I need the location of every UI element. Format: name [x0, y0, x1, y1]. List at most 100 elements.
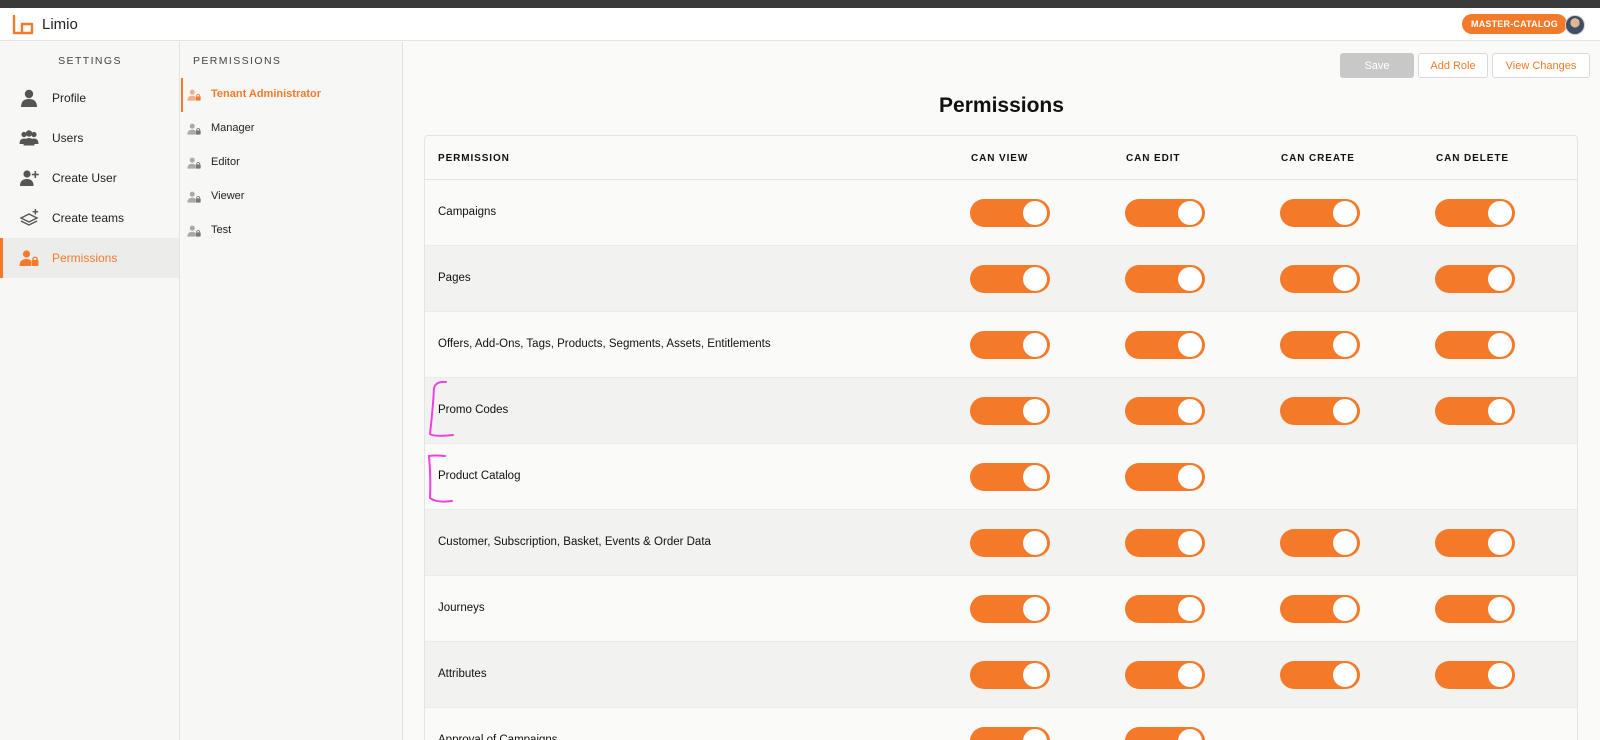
- save-button[interactable]: Save: [1340, 53, 1414, 78]
- column-header-can-view: CAN VIEW: [971, 153, 1029, 164]
- toggle-can-create[interactable]: [1280, 199, 1360, 227]
- sidebar-item-create-teams[interactable]: Create teams: [0, 198, 179, 238]
- toggle-can-edit[interactable]: [1125, 661, 1205, 689]
- avatar[interactable]: [1565, 15, 1585, 35]
- toggle-knob: [1023, 201, 1047, 225]
- permission-name: Attributes: [438, 668, 487, 680]
- toggle-can-create[interactable]: [1280, 529, 1360, 557]
- limio-logo-icon[interactable]: [12, 15, 34, 35]
- table-row: Promo Codes: [425, 378, 1577, 444]
- user-add-icon: [20, 170, 39, 186]
- toggle-can-edit[interactable]: [1125, 265, 1205, 293]
- toggle-can-create[interactable]: [1280, 397, 1360, 425]
- column-header-permission: PERMISSION: [438, 153, 510, 164]
- toggle-can-delete[interactable]: [1435, 397, 1515, 425]
- add-role-button[interactable]: Add Role: [1418, 53, 1488, 78]
- toggle-knob: [1333, 333, 1357, 357]
- table-row: Campaigns: [425, 180, 1577, 246]
- person-icon: [21, 89, 37, 107]
- toggle-knob: [1488, 201, 1512, 225]
- toggle-knob: [1488, 333, 1512, 357]
- view-changes-button[interactable]: View Changes: [1492, 53, 1590, 78]
- sidebar-item-label: Permissions: [52, 251, 118, 265]
- toggle-knob: [1023, 531, 1047, 555]
- toggle-knob: [1023, 399, 1047, 423]
- brand-name[interactable]: Limio: [42, 16, 78, 33]
- toggle-can-edit[interactable]: [1125, 397, 1205, 425]
- role-item-label: Manager: [211, 122, 255, 134]
- permission-name: Approval of Campaigns: [438, 734, 558, 740]
- toggle-can-edit[interactable]: [1125, 727, 1205, 740]
- table-row: Product Catalog: [425, 444, 1577, 510]
- toggle-can-view[interactable]: [970, 595, 1050, 623]
- permission-name: Promo Codes: [438, 404, 509, 416]
- settings-title: SETTINGS: [58, 55, 122, 67]
- toggle-can-view[interactable]: [970, 265, 1050, 293]
- column-header-can-create: CAN CREATE: [1281, 153, 1355, 164]
- toggle-knob: [1178, 333, 1202, 357]
- permission-name: Journeys: [438, 602, 485, 614]
- toggle-knob: [1023, 333, 1047, 357]
- role-item-editor[interactable]: Editor: [181, 146, 402, 180]
- role-item-viewer[interactable]: Viewer: [181, 180, 402, 214]
- toggle-can-edit[interactable]: [1125, 595, 1205, 623]
- toggle-knob: [1178, 597, 1202, 621]
- sidebar-item-label: Create teams: [52, 211, 125, 225]
- toggle-knob: [1178, 201, 1202, 225]
- permission-name: Customer, Subscription, Basket, Events &…: [438, 536, 711, 548]
- toggle-knob: [1178, 729, 1202, 740]
- toggle-can-delete[interactable]: [1435, 199, 1515, 227]
- toggle-can-view[interactable]: [970, 661, 1050, 689]
- toggle-can-create[interactable]: [1280, 265, 1360, 293]
- role-item-tenant-administrator[interactable]: Tenant Administrator: [181, 78, 402, 112]
- layers-icon: [19, 209, 39, 226]
- toggle-can-delete[interactable]: [1435, 529, 1515, 557]
- table-row: Offers, Add-Ons, Tags, Products, Segment…: [425, 312, 1577, 378]
- toggle-can-delete[interactable]: [1435, 265, 1515, 293]
- toggle-can-delete[interactable]: [1435, 661, 1515, 689]
- sidebar-item-profile[interactable]: Profile: [0, 78, 179, 118]
- toggle-knob: [1023, 267, 1047, 291]
- toggle-can-view[interactable]: [970, 331, 1050, 359]
- table-header: PERMISSION CAN VIEW CAN EDIT CAN CREATE …: [425, 136, 1577, 180]
- toggle-can-create[interactable]: [1280, 661, 1360, 689]
- table-row: Pages: [425, 246, 1577, 312]
- role-item-label: Viewer: [211, 190, 245, 202]
- toggle-can-edit[interactable]: [1125, 463, 1205, 491]
- table-row: Customer, Subscription, Basket, Events &…: [425, 510, 1577, 576]
- sidebar-item-create-user[interactable]: Create User: [0, 158, 179, 198]
- toggle-can-view[interactable]: [970, 199, 1050, 227]
- toggle-knob: [1023, 663, 1047, 687]
- roles-sidebar: PERMISSIONS Tenant Administrator Manager…: [181, 42, 403, 740]
- sidebar-item-permissions[interactable]: Permissions: [0, 238, 179, 278]
- table-row: Journeys: [425, 576, 1577, 642]
- tenant-badge[interactable]: MASTER-CATALOG: [1462, 14, 1567, 34]
- settings-sidebar: SETTINGS Profile Users Create User Creat…: [0, 42, 180, 740]
- permission-name: Pages: [438, 272, 471, 284]
- toggle-can-view[interactable]: [970, 727, 1050, 740]
- role-item-manager[interactable]: Manager: [181, 112, 402, 146]
- toggle-can-create[interactable]: [1280, 595, 1360, 623]
- sidebar-item-users[interactable]: Users: [0, 118, 179, 158]
- app-header: Limio MASTER-CATALOG: [0, 8, 1600, 41]
- toggle-knob: [1023, 597, 1047, 621]
- toggle-can-delete[interactable]: [1435, 331, 1515, 359]
- user-lock-icon: [187, 225, 201, 237]
- toggle-knob: [1488, 531, 1512, 555]
- toggle-can-view[interactable]: [970, 529, 1050, 557]
- role-item-label: Tenant Administrator: [211, 88, 322, 100]
- permissions-table: PERMISSION CAN VIEW CAN EDIT CAN CREATE …: [424, 135, 1578, 740]
- role-item-label: Test: [211, 224, 232, 236]
- toggle-knob: [1333, 663, 1357, 687]
- toggle-can-view[interactable]: [970, 463, 1050, 491]
- page-title: Permissions: [939, 94, 1064, 117]
- toggle-can-edit[interactable]: [1125, 199, 1205, 227]
- toggle-can-delete[interactable]: [1435, 595, 1515, 623]
- user-lock-icon: [187, 191, 201, 203]
- role-item-test[interactable]: Test: [181, 214, 402, 248]
- toggle-can-edit[interactable]: [1125, 529, 1205, 557]
- toggle-can-edit[interactable]: [1125, 331, 1205, 359]
- toggle-can-view[interactable]: [970, 397, 1050, 425]
- toggle-knob: [1333, 399, 1357, 423]
- toggle-can-create[interactable]: [1280, 331, 1360, 359]
